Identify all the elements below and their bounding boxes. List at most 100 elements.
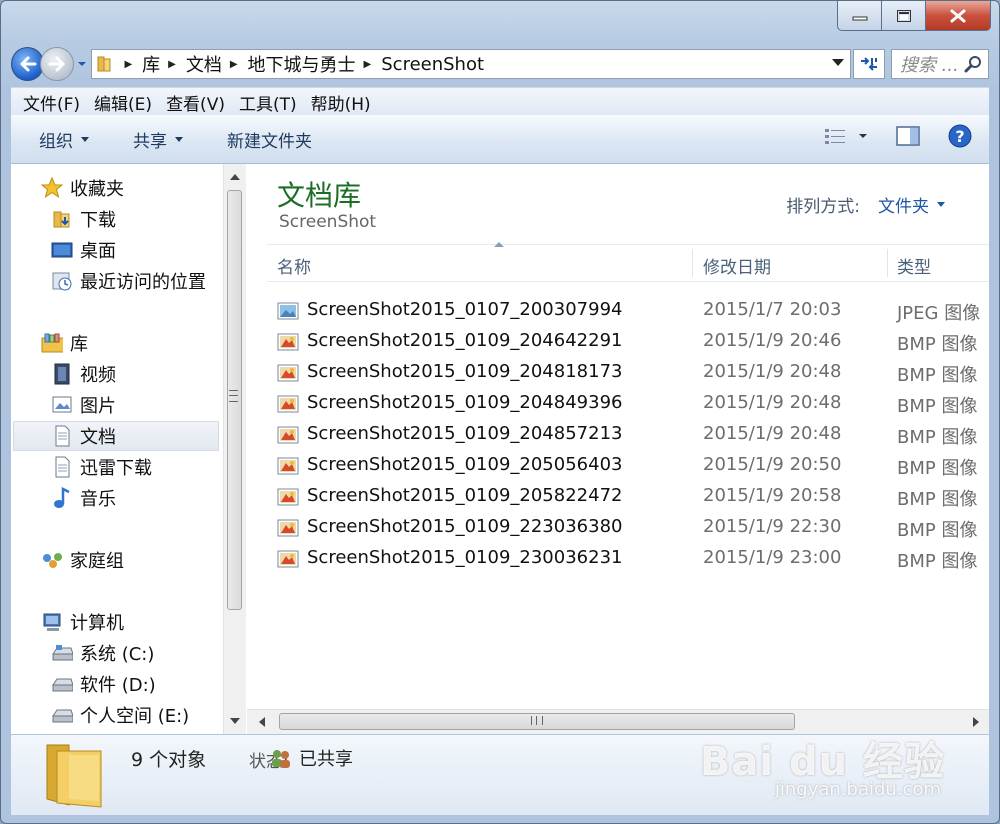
back-button[interactable] [11,47,45,81]
file-type: BMP 图像 [897,334,978,355]
scroll-grip [229,390,238,402]
file-name: ScreenShot2015_0109_204642291 [307,330,623,351]
minimize-button[interactable] [837,1,881,31]
search-input[interactable]: 搜索 ... [890,49,989,79]
address-bar[interactable]: ▶ 库 ▶ 文档 ▶ 地下城与勇士 ▶ ScreenShot [91,49,852,79]
share-button[interactable]: 共享 [133,127,183,152]
arrow-left-icon [20,56,37,72]
menu-view[interactable]: 查看(V) [166,90,225,115]
explorer-window: ▶ 库 ▶ 文档 ▶ 地下城与勇士 ▶ ScreenShot 搜索 ... 文件(F) … [0,0,1000,824]
item-count: 9 个对象 [131,749,207,771]
toolbar-right: ? [805,123,973,149]
downloads-folder-icon [51,208,73,230]
library-subtitle: ScreenShot [279,212,377,232]
menu-tools[interactable]: 工具(T) [239,90,297,115]
nav-downloads[interactable]: 下载 [51,204,116,234]
column-type[interactable]: 类型 [897,253,931,278]
nav-music[interactable]: 音乐 [51,483,116,513]
file-row[interactable]: ScreenShot2015_0109_204642291 2015/1/9 20… [267,327,989,357]
bmp-file-icon [277,424,299,446]
nav-desktop[interactable]: 桌面 [51,235,116,265]
nav-pictures[interactable]: 图片 [51,390,116,420]
scroll-left-arrow[interactable] [259,717,265,727]
nav-drive-c[interactable]: 系统 (C:) [51,638,154,668]
nav-pane-scrollbar[interactable] [223,164,246,734]
svg-text:?: ? [955,127,964,146]
file-row[interactable]: ScreenShot2015_0109_204857213 2015/1/9 20… [267,420,989,450]
nav-documents[interactable]: 文档 [51,421,116,451]
bmp-file-icon [277,517,299,539]
nav-libraries[interactable]: 库 [41,328,88,358]
file-date: 2015/1/7 20:03 [703,299,842,320]
library-folder-icon [46,744,102,808]
file-date: 2015/1/9 20:48 [703,392,842,413]
file-row[interactable]: ScreenShot2015_0109_205822472 2015/1/9 20… [267,482,989,512]
column-name[interactable]: 名称 [277,253,311,278]
close-button[interactable] [925,1,991,31]
column-date[interactable]: 修改日期 [703,253,771,278]
file-row[interactable]: ScreenShot2015_0109_205056403 2015/1/9 20… [267,451,989,481]
close-icon [950,9,966,22]
recent-pages-dropdown[interactable] [76,60,88,68]
menu-bar: 文件(F) 编辑(E) 查看(V) 工具(T) 帮助(H) [11,87,989,116]
nav-xunlei-downloads[interactable]: 迅雷下载 [51,452,152,482]
breadcrumb-item[interactable]: ▶ 文档 [168,51,222,77]
chevron-down-icon [175,136,183,142]
file-row[interactable]: ScreenShot2015_0109_204849396 2015/1/9 20… [267,389,989,419]
address-history-dropdown[interactable] [832,59,845,66]
nav-videos[interactable]: 视频 [51,359,116,389]
chevron-right-icon: ▶ [124,58,133,70]
refresh-button[interactable] [853,49,885,79]
menu-file[interactable]: 文件(F) [23,90,80,115]
view-options-button[interactable] [823,126,869,146]
preview-pane-button[interactable] [895,125,921,147]
bmp-file-icon [277,548,299,570]
maximize-button[interactable] [881,1,925,31]
help-button[interactable]: ? [947,123,973,149]
hard-drive-icon [51,704,73,726]
file-type: BMP 图像 [897,365,978,386]
nav-drive-d[interactable]: 软件 (D:) [51,669,156,699]
maximize-icon [896,9,911,22]
scroll-grip [531,716,543,725]
file-name: ScreenShot2015_0109_223036380 [307,516,623,537]
caption-buttons [837,1,991,31]
forward-button[interactable] [40,47,74,81]
file-type: BMP 图像 [897,458,978,479]
file-type: JPEG 图像 [897,303,981,324]
file-row[interactable]: ScreenShot2015_0107_200307994 2015/1/7 20… [267,296,989,326]
breadcrumb-item[interactable]: ▶ ScreenShot [364,54,485,75]
scroll-down-arrow[interactable] [230,718,240,724]
file-row[interactable]: ScreenShot2015_0109_230036231 2015/1/9 23… [267,544,989,574]
nav-recent-places[interactable]: 最近访问的位置 [51,266,206,296]
scroll-up-arrow[interactable] [230,174,240,180]
menu-edit[interactable]: 编辑(E) [94,90,152,115]
scroll-right-arrow[interactable] [973,717,979,727]
column-divider[interactable] [887,249,888,277]
file-row[interactable]: ScreenShot2015_0109_223036380 2015/1/9 22… [267,513,989,543]
file-type: BMP 图像 [897,489,978,510]
file-date: 2015/1/9 22:30 [703,516,842,537]
breadcrumb-item[interactable]: ▶ 库 [124,51,160,77]
nav-homegroup[interactable]: 家庭组 [41,545,124,575]
breadcrumb-item[interactable]: ▶ 地下城与勇士 [230,51,356,77]
file-type: BMP 图像 [897,520,978,541]
file-type: BMP 图像 [897,551,978,572]
library-title: 文档库 [277,179,362,212]
arrange-by-dropdown[interactable]: 文件夹 [878,192,945,217]
organize-button[interactable]: 组织 [39,127,89,152]
videos-icon [51,363,73,385]
menu-help[interactable]: 帮助(H) [311,90,371,115]
file-name: ScreenShot2015_0109_205056403 [307,454,623,475]
file-date: 2015/1/9 23:00 [703,547,842,568]
details-view-icon [825,129,845,144]
pictures-icon [51,394,73,416]
new-folder-button[interactable]: 新建文件夹 [227,127,312,152]
nav-computer[interactable]: 计算机 [41,607,124,637]
file-name: ScreenShot2015_0107_200307994 [307,299,623,320]
nav-favorites[interactable]: 收藏夹 [41,173,124,203]
column-divider[interactable] [692,249,693,277]
nav-drive-e[interactable]: 个人空间 (E:) [51,700,189,730]
file-row[interactable]: ScreenShot2015_0109_204818173 2015/1/9 20… [267,358,989,388]
file-date: 2015/1/9 20:48 [703,361,842,382]
